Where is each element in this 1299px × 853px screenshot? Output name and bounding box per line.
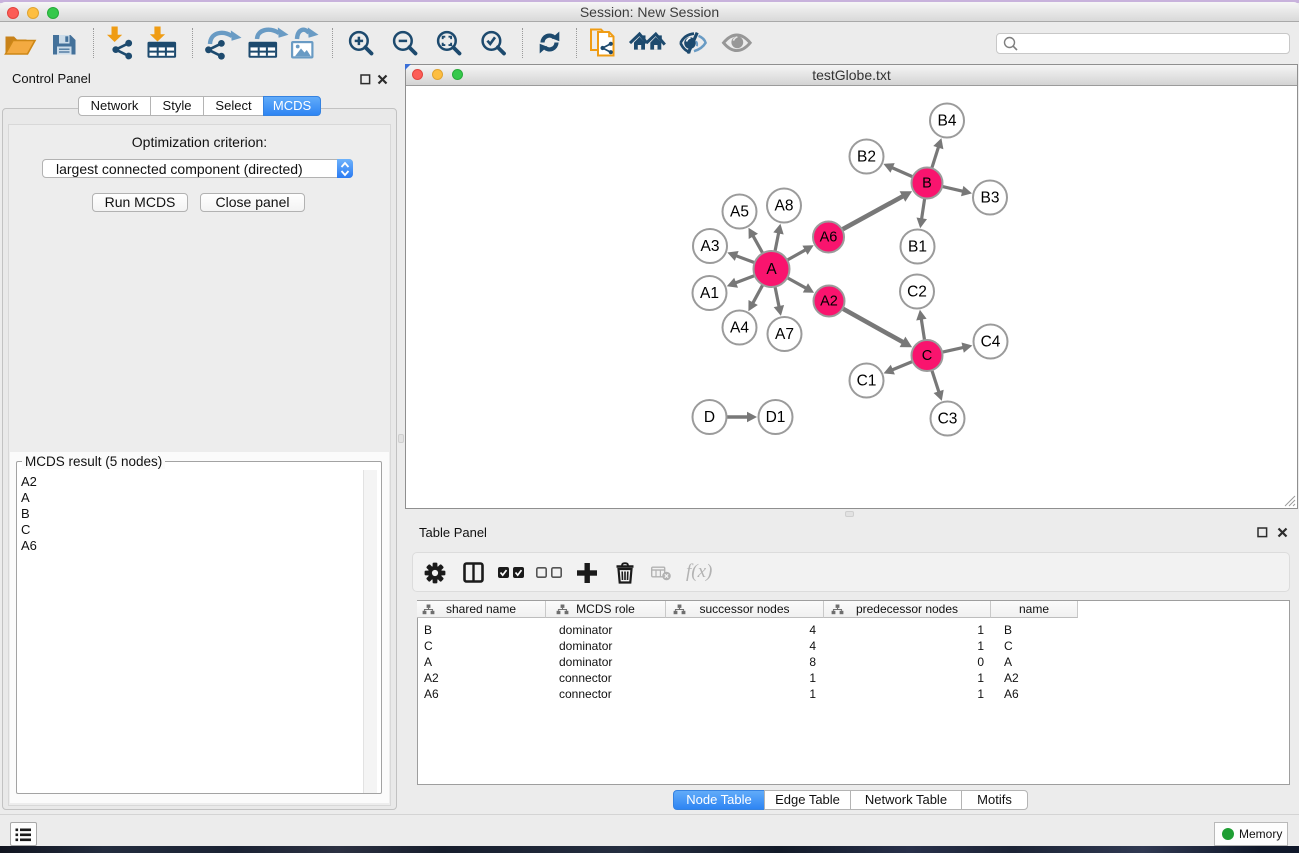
svg-text:A4: A4 bbox=[730, 320, 749, 337]
svg-text:C2: C2 bbox=[907, 284, 927, 301]
svg-text:B4: B4 bbox=[938, 113, 957, 130]
svg-text:C4: C4 bbox=[981, 334, 1001, 351]
svg-text:C1: C1 bbox=[857, 373, 877, 390]
svg-text:C: C bbox=[922, 348, 932, 364]
svg-text:D: D bbox=[704, 409, 715, 426]
svg-text:B2: B2 bbox=[857, 149, 876, 166]
svg-text:A7: A7 bbox=[775, 326, 794, 343]
svg-text:A8: A8 bbox=[775, 198, 794, 215]
svg-text:D1: D1 bbox=[766, 409, 786, 426]
svg-text:A2: A2 bbox=[820, 294, 838, 310]
svg-text:A: A bbox=[766, 261, 777, 278]
svg-text:C3: C3 bbox=[938, 411, 958, 428]
svg-text:B1: B1 bbox=[908, 239, 927, 256]
svg-text:A1: A1 bbox=[700, 285, 719, 302]
svg-text:A6: A6 bbox=[820, 230, 838, 246]
svg-text:B: B bbox=[922, 176, 932, 192]
svg-text:B3: B3 bbox=[981, 190, 1000, 207]
svg-text:A3: A3 bbox=[701, 238, 720, 255]
svg-text:A5: A5 bbox=[730, 204, 749, 221]
